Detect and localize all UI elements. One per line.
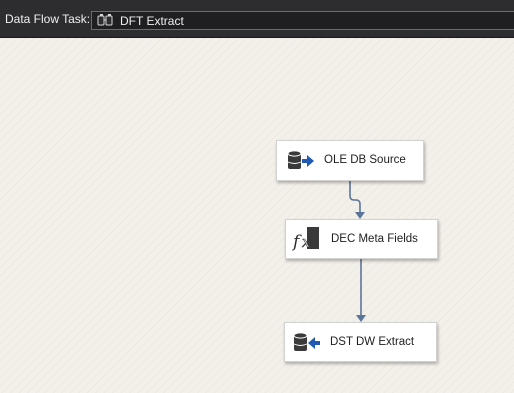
derived-column-component[interactable]: f x DEC Meta Fields: [285, 219, 438, 259]
ole-db-source-label: OLE DB Source: [324, 154, 406, 166]
ole-db-source-component[interactable]: OLE DB Source: [276, 140, 424, 181]
flow-path-source-to-derived[interactable]: [349, 181, 365, 219]
data-flow-task-label: Data Flow Task:: [5, 12, 91, 26]
data-flow-designer: Data Flow Task: DFT Extract OLE DB Sourc…: [0, 0, 514, 393]
svg-text:f: f: [291, 232, 302, 251]
design-canvas[interactable]: OLE DB Source f x DEC Meta Fields DST DW…: [0, 38, 514, 393]
svg-text:x: x: [302, 233, 311, 251]
flow-path-derived-to-destination[interactable]: [356, 259, 366, 322]
data-flow-task-bar: Data Flow Task: DFT Extract: [0, 0, 514, 38]
data-flow-task-icon: [97, 14, 113, 26]
derived-column-fx-icon: f x: [291, 227, 319, 251]
ole-db-destination-label: DST DW Extract: [330, 336, 415, 348]
ole-db-source-icon: [287, 150, 314, 169]
data-flow-task-dropdown[interactable]: DFT Extract: [91, 11, 514, 30]
ole-db-destination-icon: [293, 332, 320, 351]
selected-task-name: DFT Extract: [120, 14, 184, 28]
ole-db-destination-component[interactable]: DST DW Extract: [284, 322, 437, 362]
derived-column-label: DEC Meta Fields: [331, 233, 418, 245]
